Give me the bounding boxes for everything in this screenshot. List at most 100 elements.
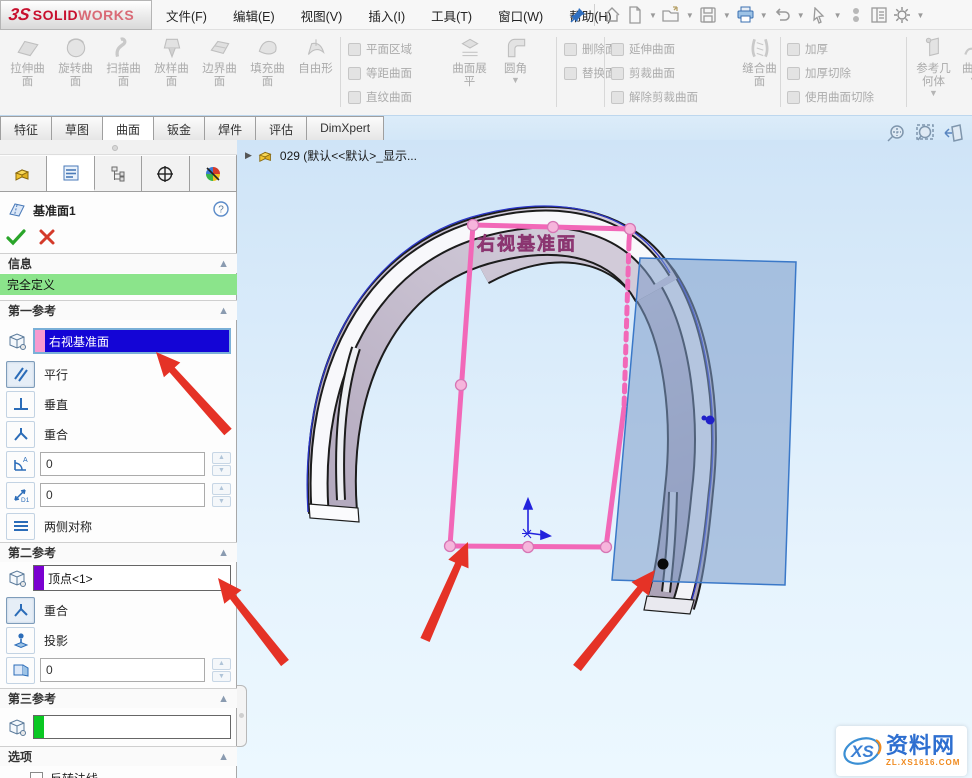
origin-triad[interactable] xyxy=(522,499,550,539)
flatten-surface-button[interactable]: 曲面展平 xyxy=(446,35,493,111)
display-manager-tab[interactable] xyxy=(190,156,237,191)
ok-button[interactable] xyxy=(6,228,26,249)
lofted-surface-button[interactable]: 放样曲面 xyxy=(148,35,195,111)
third-reference-selectbox[interactable] xyxy=(33,715,231,739)
dropdown-caret-icon[interactable]: ▼ xyxy=(686,11,694,20)
zoom-area-icon[interactable] xyxy=(913,121,937,147)
right-plane-face[interactable] xyxy=(612,258,796,585)
boundary-surface-button[interactable]: 边界曲面 xyxy=(196,35,243,111)
parallel-button[interactable] xyxy=(6,361,35,388)
planar-surface-button[interactable]: 平面区域 xyxy=(348,37,412,61)
filled-surface-button[interactable]: 填充曲面 xyxy=(244,35,291,111)
options-section-header[interactable]: 选项▲ xyxy=(0,746,237,766)
previous-view-icon[interactable] xyxy=(942,121,966,147)
menu-tools[interactable]: 工具(T) xyxy=(431,6,472,25)
extend-surface-button[interactable]: 延伸曲面 xyxy=(611,37,698,61)
dimxpert-manager-tab[interactable] xyxy=(142,156,189,191)
configuration-manager-tab[interactable] xyxy=(95,156,142,191)
dropdown-caret-icon[interactable]: ▼ xyxy=(917,11,925,20)
angle-spinner[interactable]: ▲▼ xyxy=(212,452,231,476)
distance-input[interactable]: 0 xyxy=(40,483,205,507)
dropdown-caret-icon[interactable]: ▼ xyxy=(760,11,768,20)
panel-top-splitter[interactable] xyxy=(0,140,237,155)
plane-handle[interactable] xyxy=(445,541,456,552)
ruled-surface-button[interactable]: 直纹曲面 xyxy=(348,85,412,109)
help-icon[interactable]: ? xyxy=(213,201,229,220)
plane-handle[interactable] xyxy=(601,542,612,553)
menu-view[interactable]: 视图(V) xyxy=(301,6,343,25)
offset-input[interactable]: 0 xyxy=(40,658,205,682)
task-pane-icon[interactable] xyxy=(870,6,889,25)
freeform-button[interactable]: 自由形 xyxy=(292,35,339,111)
open-icon[interactable] xyxy=(662,6,681,25)
plane-handle[interactable] xyxy=(548,222,559,233)
coincident-button[interactable] xyxy=(6,421,35,448)
dropdown-caret-icon[interactable]: ▼ xyxy=(797,11,805,20)
selected-vertex[interactable] xyxy=(658,559,669,570)
fillet-dropdown-icon[interactable]: ▼ xyxy=(511,76,520,85)
untrim-surface-button[interactable]: 解除剪裁曲面 xyxy=(611,85,698,109)
refgeo-dropdown-icon[interactable]: ▼ xyxy=(929,89,938,98)
panel-flyout-handle[interactable] xyxy=(237,685,247,747)
plane-handle[interactable] xyxy=(625,224,636,235)
first-reference-selectbox[interactable]: 右视基准面 xyxy=(33,328,231,354)
delete-face-button[interactable]: 删除面 xyxy=(564,37,617,61)
thickened-cut-button[interactable]: 加厚切除 xyxy=(787,61,874,85)
plane-handle[interactable] xyxy=(523,542,534,553)
menu-window[interactable]: 窗口(W) xyxy=(498,6,543,25)
perpendicular-button[interactable] xyxy=(6,391,35,418)
toggle-display-icon[interactable] xyxy=(847,6,866,25)
coincident2-button[interactable] xyxy=(6,597,35,624)
offset-spinner[interactable]: ▲▼ xyxy=(212,658,231,682)
plane-handle[interactable] xyxy=(456,380,467,391)
plane-handle[interactable] xyxy=(468,220,479,231)
info-section-header[interactable]: 信息▲ xyxy=(0,253,237,273)
menu-edit[interactable]: 编辑(E) xyxy=(233,6,275,25)
project-button[interactable] xyxy=(6,627,35,654)
extruded-surface-button[interactable]: 拉伸曲面 xyxy=(4,35,51,111)
flip-normal-checkbox[interactable] xyxy=(30,772,43,778)
spin-down-icon[interactable]: ▼ xyxy=(212,496,231,508)
second-reference-header[interactable]: 第二参考▲ xyxy=(0,542,237,562)
first-reference-header[interactable]: 第一参考▲ xyxy=(0,300,237,320)
menu-file[interactable]: 文件(F) xyxy=(166,6,207,25)
swept-surface-button[interactable]: 扫描曲面 xyxy=(100,35,147,111)
print-icon[interactable] xyxy=(736,6,755,25)
options-gear-icon[interactable] xyxy=(893,6,912,25)
menu-insert[interactable]: 插入(I) xyxy=(368,6,405,25)
new-document-icon[interactable] xyxy=(625,6,644,25)
third-reference-header[interactable]: 第三参考▲ xyxy=(0,688,237,708)
dropdown-caret-icon[interactable]: ▼ xyxy=(834,11,842,20)
pin-menu-icon[interactable] xyxy=(570,7,586,28)
spin-up-icon[interactable]: ▲ xyxy=(212,483,231,495)
offset-surface-button[interactable]: 等距曲面 xyxy=(348,61,412,85)
trim-surface-button[interactable]: 剪裁曲面 xyxy=(611,61,698,85)
tab-dimxpert[interactable]: DimXpert xyxy=(306,116,384,140)
tab-sketch[interactable]: 草图 xyxy=(51,116,103,140)
angle-input[interactable]: 0 xyxy=(40,452,205,476)
home-icon[interactable] xyxy=(602,6,621,25)
feature-tree-tab[interactable] xyxy=(0,156,47,191)
spin-up-icon[interactable]: ▲ xyxy=(212,452,231,464)
cancel-button[interactable] xyxy=(38,228,56,249)
distance-spinner[interactable]: ▲▼ xyxy=(212,483,231,507)
tab-features[interactable]: 特征 xyxy=(0,116,52,140)
midplane-button[interactable] xyxy=(6,513,35,540)
spin-down-icon[interactable]: ▼ xyxy=(212,671,231,683)
knit-surface-button[interactable]: 缝合曲面 xyxy=(736,35,783,111)
revolved-surface-button[interactable]: 旋转曲面 xyxy=(52,35,99,111)
dropdown-caret-icon[interactable]: ▼ xyxy=(723,11,731,20)
curves-button[interactable]: 曲线▼ xyxy=(950,35,972,111)
zoom-fit-icon[interactable] xyxy=(884,121,908,147)
tab-evaluate[interactable]: 评估 xyxy=(255,116,307,140)
tab-weldments[interactable]: 焊件 xyxy=(204,116,256,140)
cut-with-surface-button[interactable]: 使用曲面切除 xyxy=(787,85,874,109)
spin-up-icon[interactable]: ▲ xyxy=(212,658,231,670)
select-cursor-icon[interactable] xyxy=(810,6,829,25)
new-reference-plane[interactable] xyxy=(450,225,630,547)
spin-down-icon[interactable]: ▼ xyxy=(212,465,231,477)
graphics-viewport[interactable]: ▶ 029 (默认<<默认>_显示... xyxy=(237,140,972,778)
replace-face-button[interactable]: 替换面 xyxy=(564,61,617,85)
save-icon[interactable] xyxy=(699,6,718,25)
second-reference-selectbox[interactable]: 顶点<1> xyxy=(33,565,231,591)
